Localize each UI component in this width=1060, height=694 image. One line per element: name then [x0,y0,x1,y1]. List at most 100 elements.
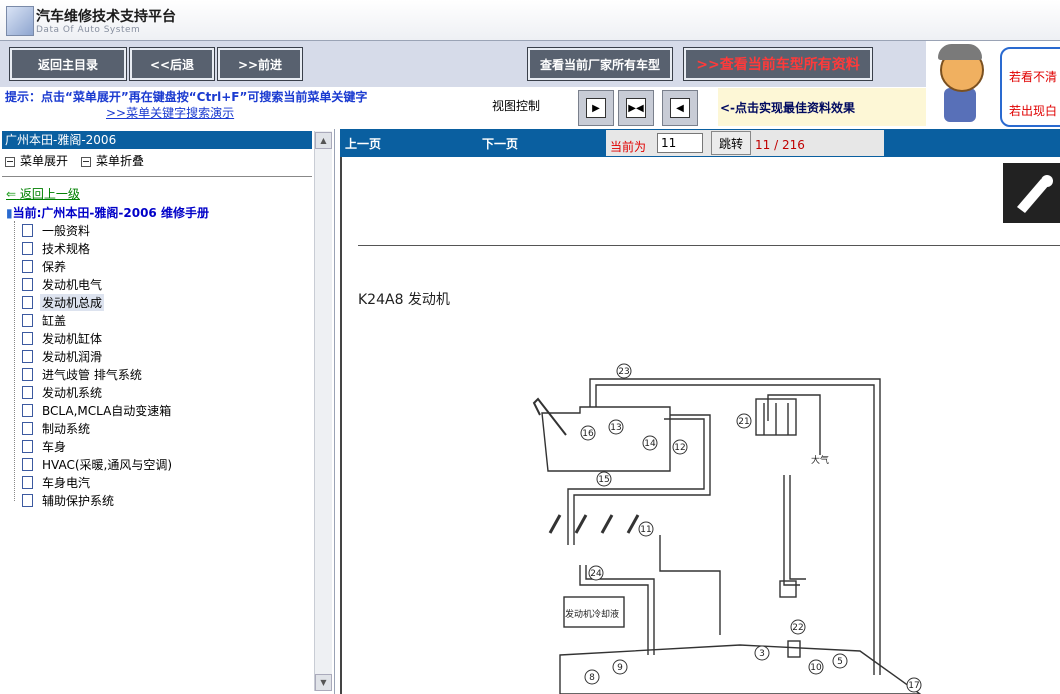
diagram-callout: 15 [596,471,612,487]
split-arrows-icon: ▶◀ [626,98,646,118]
svg-text:24: 24 [590,569,602,579]
diagram-hose [789,475,806,580]
tree-item[interactable]: 发动机系统 [14,383,314,401]
svg-text:22: 22 [792,623,803,633]
all-docs-button[interactable]: >>查看当前车型所有资料 [683,47,873,81]
svg-text:3: 3 [759,649,765,659]
menu-collapse-button[interactable]: 菜单折叠 [81,152,144,169]
diagram-callout: 8 [584,669,600,685]
document-icon [22,457,33,471]
tree-item-label: 发动机电气 [42,277,103,292]
tree-item[interactable]: 车身 [14,437,314,455]
svg-text:17: 17 [908,681,919,691]
diagram-hose [659,535,721,635]
view-expand-right-button[interactable]: ▶ [578,90,614,126]
document-icon [22,349,33,363]
arrow-left-icon: ◀ [670,98,690,118]
tree-item[interactable]: 车身电汽 [14,473,314,491]
tree-item-label: 制动系统 [42,421,91,436]
view-split-button[interactable]: ▶◀ [618,90,654,126]
diagram-callout: 11 [638,521,654,537]
app-logo-icon [6,6,34,36]
tree-item-label: 发动机润滑 [42,349,103,364]
document-rule [358,245,1060,246]
svg-text:16: 16 [582,429,594,439]
forward-button[interactable]: >>前进 [217,47,303,81]
tree-item[interactable]: 发动机总成 [14,293,314,311]
tree-item-label: 缸盖 [42,313,67,328]
diagram-callout: 24 [588,565,604,581]
diagram-callout: 23 [616,363,632,379]
left-scrollbar[interactable] [314,131,332,691]
page-number-input[interactable] [657,133,703,153]
diagram-valve [779,580,797,598]
document-icon [22,295,33,309]
next-page-link[interactable]: 下一页 [482,135,518,152]
diagram-callout: 3 [754,645,770,661]
tree-item[interactable]: 技术规格 [14,239,314,257]
tree-item-label: 保养 [42,259,67,274]
document-icon [22,475,33,489]
tree-item-label: BCLA,MCLA自动变速箱 [42,403,172,418]
diagram-callout: 17 [906,677,922,693]
tree-item-label: 一般资料 [42,223,91,238]
tree-item[interactable]: 制动系统 [14,419,314,437]
search-hint: 提示：点击“菜单展开”再在键盘按“Ctrl+F”可搜索当前菜单关键字 [5,90,368,104]
tree-item[interactable]: 缸盖 [14,311,314,329]
bubble-line-1[interactable]: 若看不清 [1009,68,1057,85]
tree-item[interactable]: 发动机缸体 [14,329,314,347]
svg-text:12: 12 [674,443,685,453]
document-icon [22,331,33,345]
diagram-callout: 9 [612,659,628,675]
menu-expand-button[interactable]: 菜单展开 [5,152,68,169]
search-demo-link[interactable]: >>菜单关键字搜索演示 [106,104,234,121]
document-icon [22,223,33,237]
all-models-button[interactable]: 查看当前厂家所有车型 [527,47,673,81]
svg-text:11: 11 [640,525,651,535]
document-icon [22,385,33,399]
tree-item[interactable]: 发动机电气 [14,275,314,293]
tree-item[interactable]: BCLA,MCLA自动变速箱 [14,401,314,419]
jump-button[interactable]: 跳转 [711,131,751,155]
diagram-hose [589,378,881,675]
svg-text:23: 23 [618,367,629,377]
tree-item[interactable]: HVAC(采暖,通风与空调) [14,455,314,473]
mascot-cap-icon [938,44,982,60]
prev-page-link[interactable]: 上一页 [345,135,381,152]
app-subtitle: Data Of Auto System [36,25,141,35]
document-icon [22,367,33,381]
bubble-line-2[interactable]: 若出现白 [1009,102,1057,119]
document-icon [22,493,33,507]
view-expand-left-button[interactable]: ◀ [662,90,698,126]
document-icon [22,403,33,417]
scroll-up-icon[interactable]: ▲ [315,132,332,149]
expand-icon [5,156,15,167]
diagram-valve [787,640,801,658]
home-button[interactable]: 返回主目录 [9,47,127,81]
tree-item[interactable]: 保养 [14,257,314,275]
tree-item[interactable]: 一般资料 [14,221,314,239]
manual-logo-icon [1003,163,1060,223]
tree-item[interactable]: 进气歧管 排气系统 [14,365,314,383]
view-control-label: 视图控制 [492,99,541,113]
svg-text:5: 5 [837,657,843,667]
back-up-link[interactable]: ⇐ 返回上一级 [6,185,80,202]
tree-item-label: 辅助保护系统 [42,493,115,508]
arrow-right-icon: ▶ [586,98,606,118]
diagram-callout: 16 [580,425,596,441]
tree-item[interactable]: 发动机润滑 [14,347,314,365]
svg-text:14: 14 [644,439,656,449]
menu-expand-label: 菜单展开 [20,154,69,168]
document-heading: K24A8 发动机 [358,292,450,308]
tree-item[interactable]: 辅助保护系统 [14,491,314,509]
engine-vacuum-diagram: 23 16 13 14 12 21 15 11 24 22 3 10 5 9 8… [532,363,922,694]
back-up-label: 返回上一级 [19,187,80,201]
svg-text:21: 21 [738,417,749,427]
menu-collapse-label: 菜单折叠 [96,154,145,168]
diagram-callout: 12 [672,439,688,455]
back-button[interactable]: <<后退 [129,47,215,81]
book-icon: ▮ [6,206,13,220]
diagram-callout: 13 [608,419,624,435]
page-count: 11 / 216 [755,138,805,152]
scroll-down-icon[interactable]: ▼ [315,674,332,691]
